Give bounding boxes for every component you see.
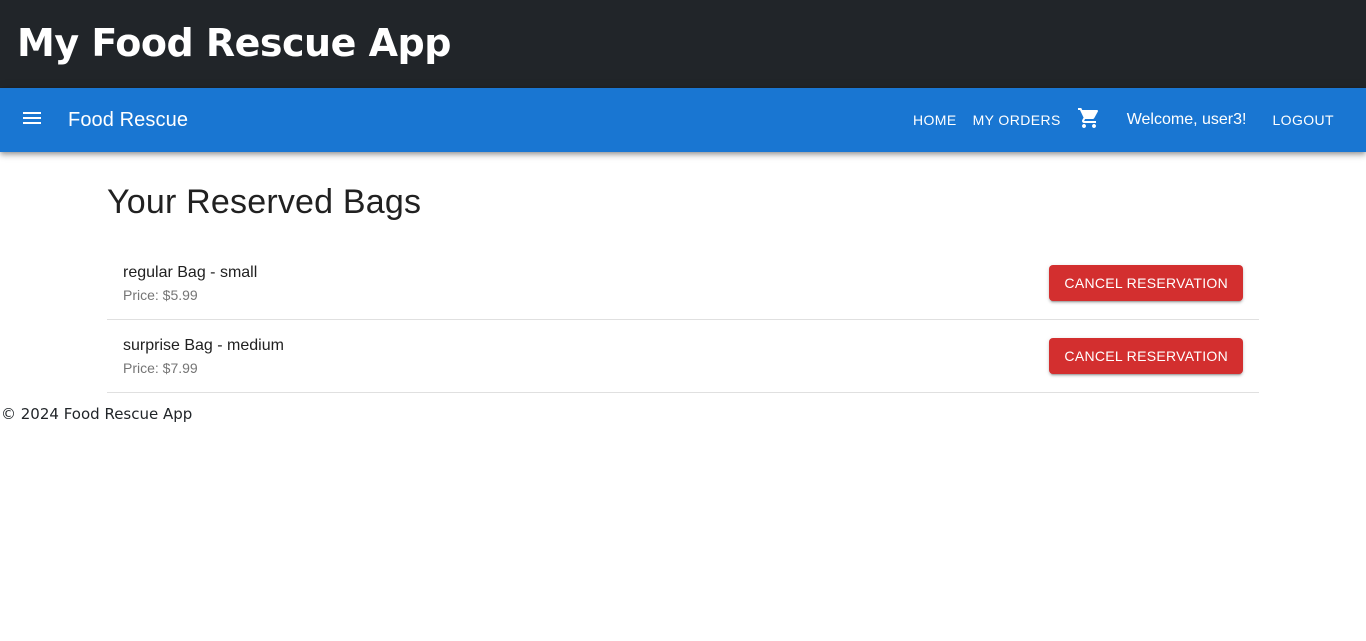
cancel-reservation-button[interactable]: CANCEL RESERVATION	[1049, 337, 1243, 374]
welcome-message: Welcome, user3!	[1126, 111, 1247, 128]
nav-my-orders-link[interactable]: MY ORDERS	[965, 106, 1069, 134]
copyright-text: © 2024 Food Rescue App	[1, 404, 193, 423]
bag-price: Price: $5.99	[123, 286, 198, 303]
menu-button[interactable]	[20, 108, 44, 132]
bag-name: regular Bag - small	[123, 263, 258, 281]
cancel-reservation-button[interactable]: CANCEL RESERVATION	[1049, 264, 1243, 301]
logout-button[interactable]: LOGOUT	[1264, 106, 1342, 134]
app-title: My Food Rescue App	[17, 21, 451, 65]
nav-bar: Food Rescue HOME MY ORDERS Welcome, user…	[0, 88, 1366, 152]
brand-title: Food Rescue	[68, 108, 189, 131]
main-content: Your Reserved Bags regular Bag - small P…	[107, 152, 1259, 393]
top-header: My Food Rescue App	[0, 0, 1366, 88]
bag-info: regular Bag - small Price: $5.99	[123, 261, 257, 305]
nav-home-link[interactable]: HOME	[905, 106, 965, 134]
list-item: regular Bag - small Price: $5.99 CANCEL …	[107, 247, 1259, 320]
bag-price: Price: $7.99	[123, 359, 198, 376]
bag-info: surprise Bag - medium Price: $7.99	[123, 334, 284, 378]
page-title: Your Reserved Bags	[107, 183, 422, 221]
footer: © 2024 Food Rescue App	[0, 393, 1366, 423]
reserved-bags-list: regular Bag - small Price: $5.99 CANCEL …	[107, 247, 1259, 393]
list-item: surprise Bag - medium Price: $7.99 CANCE…	[107, 320, 1259, 393]
menu-icon	[23, 111, 41, 129]
cart-icon	[1077, 106, 1101, 135]
bag-name: surprise Bag - medium	[123, 336, 284, 354]
cart-button[interactable]	[1077, 106, 1101, 135]
